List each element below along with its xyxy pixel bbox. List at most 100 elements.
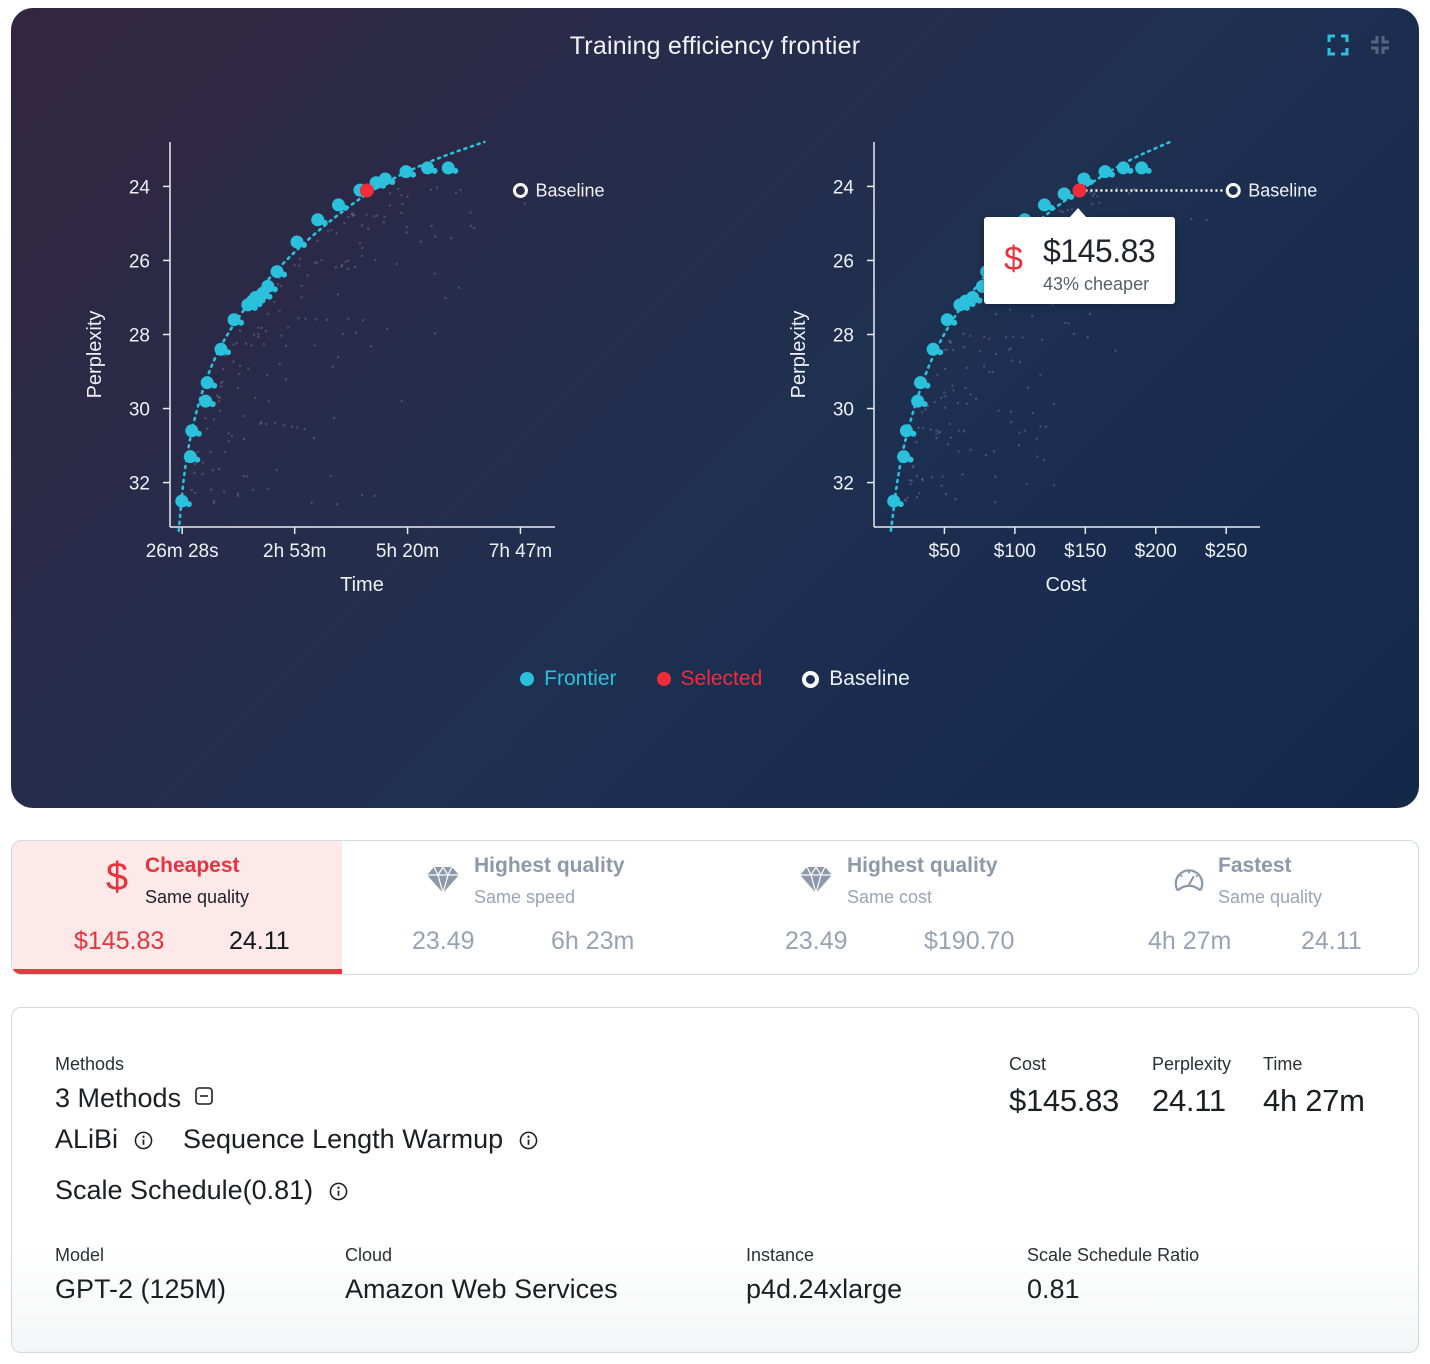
tab-highest-quality-cost[interactable]: Highest quality Same cost 23.49 $190.70 — [716, 841, 1090, 974]
background-run-point — [340, 265, 343, 268]
background-run-point — [965, 366, 968, 369]
background-run-point — [326, 229, 330, 233]
baseline-point — [512, 182, 528, 198]
background-run-point — [236, 492, 239, 495]
background-run-point — [983, 365, 986, 368]
frontier-point-minor — [1068, 193, 1075, 200]
background-run-point — [1009, 347, 1012, 350]
background-run-point — [259, 422, 262, 425]
background-run-point — [222, 367, 225, 371]
x-axis-title: Time — [340, 574, 384, 596]
frontier-point-minor — [342, 204, 349, 211]
field-label-cloud: Cloud — [345, 1245, 393, 1265]
selected-point — [1072, 183, 1087, 198]
background-run-point — [330, 228, 333, 232]
background-run-point — [943, 367, 947, 370]
info-icon[interactable] — [329, 1182, 348, 1201]
background-run-point — [401, 202, 404, 206]
background-run-point — [957, 450, 960, 453]
field-value-model: GPT-2 (125M) — [55, 1274, 227, 1304]
method-alibi: ALiBi — [55, 1124, 153, 1155]
background-run-point — [232, 343, 235, 346]
tooltip-subtitle: 43% cheaper — [1043, 274, 1150, 294]
baseline-ring-icon — [802, 670, 820, 688]
background-run-point — [342, 332, 345, 336]
background-run-point — [373, 215, 376, 218]
background-run-point — [246, 475, 249, 478]
background-runs — [188, 186, 526, 507]
tab-fastest[interactable]: Fastest Same quality 4h 27m 24.11 — [1090, 841, 1418, 974]
background-run-point — [903, 498, 906, 501]
background-run-point — [956, 401, 959, 405]
background-run-point — [335, 503, 338, 506]
cost-chart: 24 26 28 30 32 $50 $100 $150 $200 $250 Cost Perplex… — [788, 140, 1317, 596]
background-run-point — [1031, 314, 1034, 318]
frontier-point-minor — [211, 382, 218, 389]
background-run-point — [227, 432, 230, 435]
frontier-point-minor — [1127, 167, 1134, 174]
background-run-point — [1091, 194, 1094, 198]
background-run-point — [430, 224, 433, 228]
background-run-point — [1039, 374, 1042, 377]
y-tick-label: 26 — [833, 251, 854, 272]
background-run-point — [911, 466, 915, 469]
background-run-point — [253, 333, 256, 336]
background-run-point — [284, 378, 287, 381]
tab-cheapest[interactable]: $ Cheapest Same quality $145.83 24.11 — [12, 841, 342, 974]
tab-highest-quality-speed[interactable]: Highest quality Same speed 23.49 6h 23m — [342, 841, 716, 974]
background-run-point — [969, 334, 972, 337]
background-run-point — [1039, 425, 1042, 428]
background-run-point — [962, 332, 965, 335]
info-icon[interactable] — [134, 1131, 153, 1150]
background-run-point — [267, 400, 271, 403]
background-run-point — [910, 479, 913, 482]
legend-label: Frontier — [544, 667, 617, 690]
background-run-point — [1053, 402, 1056, 406]
legend-selected[interactable]: Selected — [656, 667, 762, 691]
background-run-point — [293, 264, 296, 267]
frontier-point-minor — [951, 319, 958, 326]
background-run-point — [993, 450, 996, 453]
background-run-point — [222, 490, 226, 493]
background-run-point — [930, 476, 934, 479]
background-run-point — [965, 402, 969, 405]
background-run-point — [218, 409, 221, 412]
background-run-point — [921, 479, 924, 482]
background-run-point — [220, 385, 223, 388]
background-run-point — [975, 397, 978, 400]
background-run-point — [252, 488, 255, 491]
background-run-point — [944, 395, 947, 398]
background-run-point — [376, 214, 379, 217]
background-run-point — [943, 391, 946, 394]
background-run-point — [260, 326, 263, 330]
collapse-methods-icon[interactable] — [194, 1087, 213, 1105]
background-run-point — [933, 400, 936, 404]
background-run-point — [333, 416, 336, 420]
background-run-point — [444, 296, 447, 300]
time-chart: 24 26 28 30 32 26m 28s 2h 53m 5h 20m 7h 47m Time P… — [84, 140, 604, 596]
tooltip-value: $145.83 — [1043, 233, 1156, 269]
x-tick-label: $100 — [994, 541, 1036, 562]
background-run-point — [212, 418, 216, 421]
background-run-point — [929, 428, 932, 431]
background-run-point — [383, 215, 386, 218]
y-tick-label: 26 — [129, 251, 150, 272]
tab-title: Fastest — [1218, 854, 1292, 877]
background-run-point — [196, 450, 199, 454]
background-run-point — [262, 343, 266, 346]
legend-baseline[interactable]: Baseline — [802, 667, 910, 691]
background-run-point — [267, 312, 270, 315]
info-icon[interactable] — [519, 1131, 538, 1150]
background-run-point — [920, 411, 924, 414]
background-run-point — [1031, 412, 1034, 415]
frontier-panel: Training efficiency frontier 24 26 28 30 32 2… — [11, 8, 1419, 808]
background-run-point — [316, 239, 319, 242]
background-run-point — [238, 364, 242, 368]
background-run-point — [201, 461, 205, 464]
background-run-point — [964, 386, 967, 390]
legend-frontier[interactable]: Frontier — [520, 667, 617, 691]
background-run-point — [1115, 187, 1119, 190]
dollar-icon: $ — [1004, 240, 1023, 278]
background-run-point — [400, 194, 403, 197]
metric-label-time: Time — [1263, 1054, 1303, 1074]
